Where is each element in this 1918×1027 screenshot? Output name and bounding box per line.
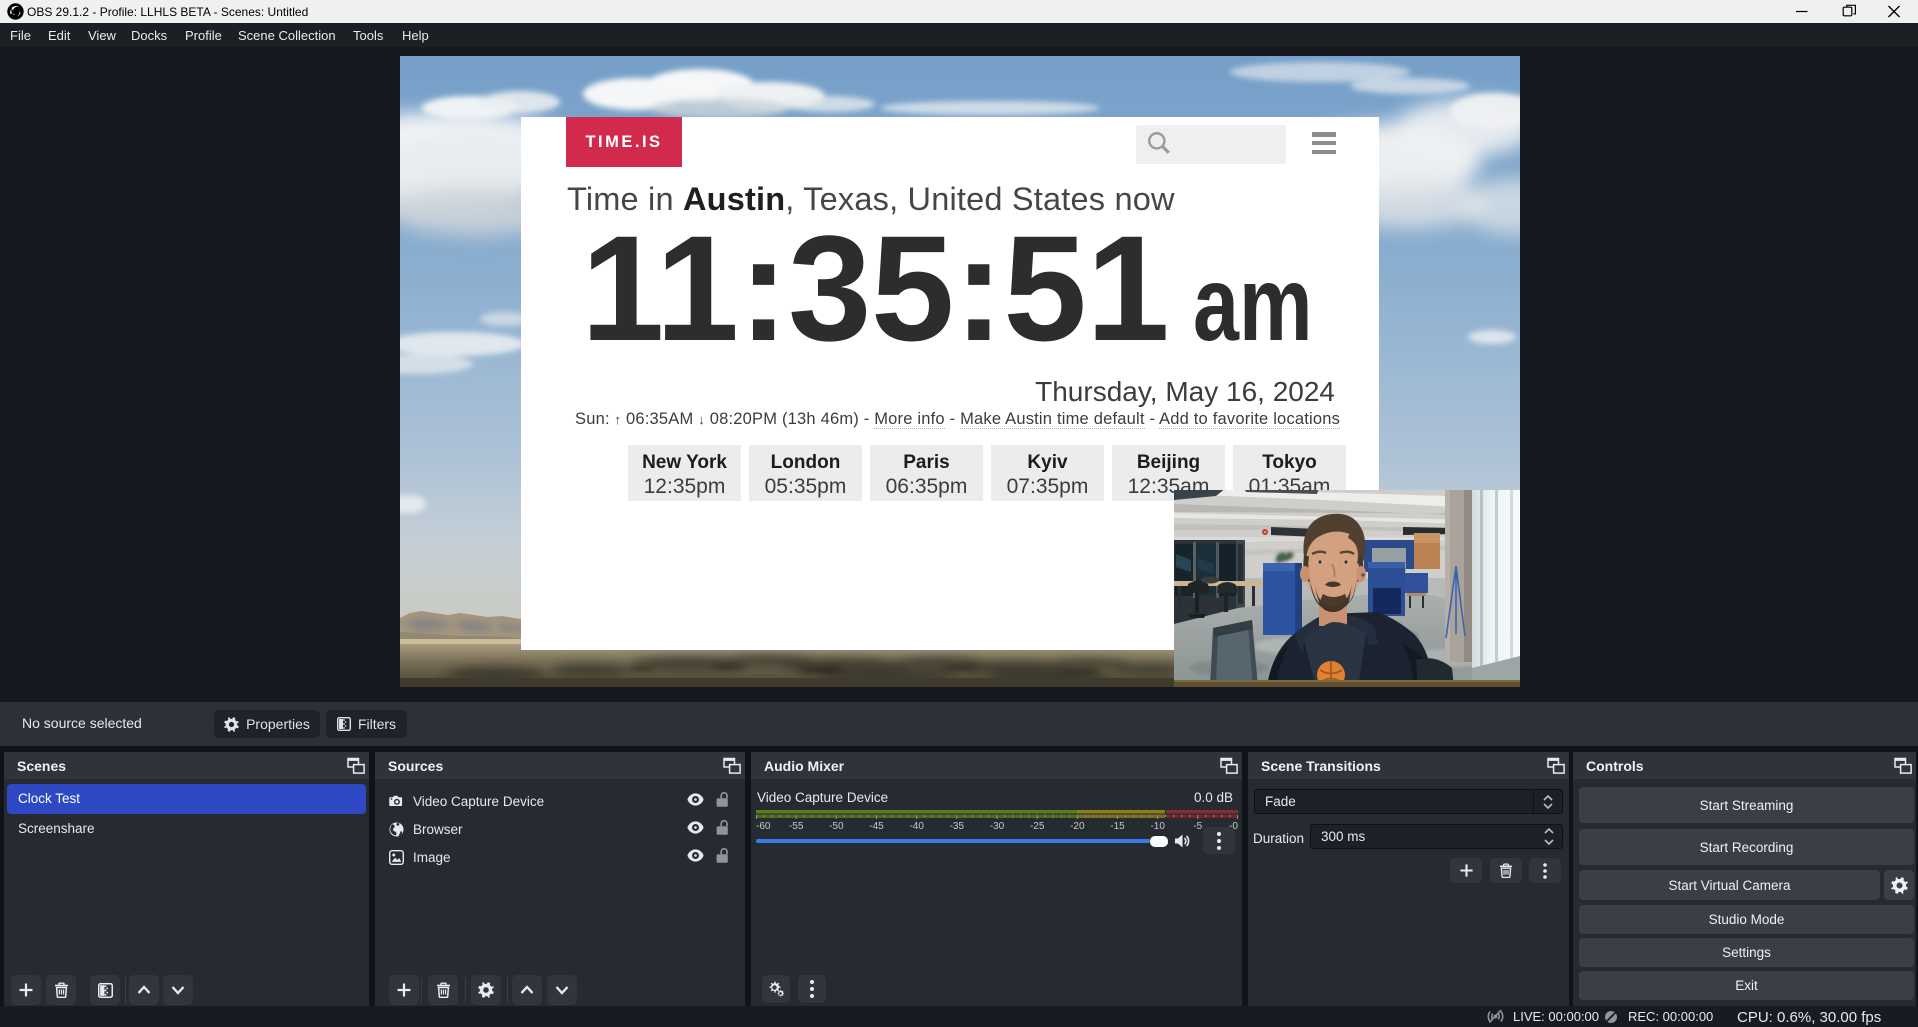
svg-text:-40: -40 — [909, 821, 924, 831]
svg-text:-5: -5 — [1193, 821, 1202, 831]
svg-text:-55: -55 — [789, 821, 804, 831]
svg-text:-45: -45 — [869, 821, 884, 831]
svg-text:-25: -25 — [1030, 821, 1045, 831]
svg-text:-30: -30 — [990, 821, 1005, 831]
svg-text:-50: -50 — [829, 821, 844, 831]
svg-text:-35: -35 — [950, 821, 965, 831]
svg-text:-20: -20 — [1070, 821, 1085, 831]
svg-text:-15: -15 — [1110, 821, 1125, 831]
svg-text:-60: -60 — [756, 821, 771, 831]
svg-text:-10: -10 — [1150, 821, 1165, 831]
